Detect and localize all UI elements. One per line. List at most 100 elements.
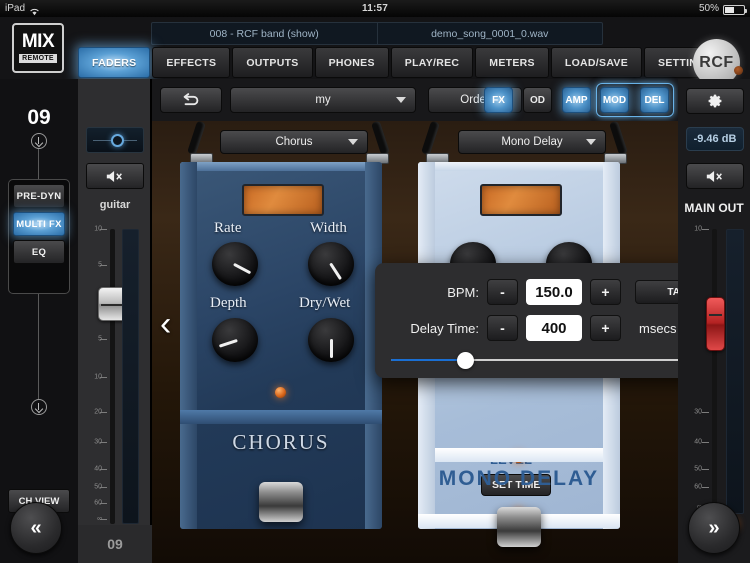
tab-loadsave[interactable]: LOAD/SAVE: [550, 47, 643, 78]
main-panel: my Order FX OD AMP MOD DEL Rate Width De…: [152, 79, 719, 563]
undo-button[interactable]: [160, 87, 222, 113]
clock: 11:57: [361, 3, 389, 14]
cable: [420, 120, 441, 156]
knob-depth[interactable]: [212, 318, 258, 362]
channel-fader-track[interactable]: [110, 229, 115, 524]
main-fader-handle[interactable]: [706, 297, 725, 351]
settings-button[interactable]: [686, 88, 744, 114]
main-out-mute-button[interactable]: [686, 163, 744, 189]
scale-tick: 30: [694, 408, 702, 416]
cable: [186, 120, 207, 156]
tick: [100, 377, 107, 378]
undo-icon: [183, 92, 199, 105]
bpm-row: BPM: - 150.0 + TAP: [387, 279, 719, 305]
main-fader-track[interactable]: [712, 229, 717, 514]
delay-time-row: Delay Time: - 400 + msecs: [387, 315, 677, 341]
delay-time-slider[interactable]: [391, 352, 699, 369]
pedal-footswitch[interactable]: [259, 482, 303, 522]
knob-width[interactable]: [308, 242, 354, 286]
preset-select[interactable]: my: [230, 87, 416, 113]
scale-tick: 50: [694, 465, 702, 473]
song-file-name[interactable]: demo_song_0001_0.wav: [378, 23, 603, 44]
bpm-increment-button[interactable]: +: [590, 279, 621, 305]
tick: [100, 339, 107, 340]
delay-increment-button[interactable]: +: [590, 315, 621, 341]
mute-icon: [706, 170, 722, 182]
battery-percent: 50%: [698, 3, 719, 14]
app-logo: MIX REMOTE: [12, 23, 64, 73]
tab-outputs[interactable]: OUTPUTS: [232, 47, 313, 78]
pedal-display: [242, 184, 324, 216]
tick: [100, 412, 107, 413]
mute-icon: [106, 170, 122, 182]
show-name[interactable]: 008 - RCF band (show): [152, 23, 378, 44]
channel-strip-footer: 09: [78, 525, 152, 563]
pedal-top-rail: [180, 162, 382, 171]
knob-label-depth: Depth: [210, 295, 247, 311]
tab-faders[interactable]: FADERS: [78, 47, 151, 78]
fx-button-mod[interactable]: MOD: [600, 87, 629, 113]
tick: [100, 442, 107, 443]
slider-fill: [391, 359, 465, 361]
header: MIX REMOTE 008 - RCF band (show) demo_so…: [0, 17, 750, 86]
fx-button-del[interactable]: DEL: [640, 87, 669, 113]
tick: [702, 442, 709, 443]
fx-button-amp[interactable]: AMP: [562, 87, 591, 113]
sidebar-item-pre-dyn[interactable]: PRE-DYN: [13, 184, 65, 208]
channel-name-label: guitar: [99, 199, 131, 211]
nav-next-button[interactable]: »: [688, 502, 740, 554]
pedal-1-type-select[interactable]: Chorus: [220, 130, 368, 154]
cable: [608, 120, 629, 156]
brand-led-icon: [734, 66, 743, 75]
main-out-label: MAIN OUT: [684, 201, 744, 215]
main-out-level-value[interactable]: -9.46 dB: [686, 127, 744, 151]
preset-select-value: my: [315, 94, 331, 106]
tick: [100, 469, 107, 470]
tab-playrec[interactable]: PLAY/REC: [390, 47, 474, 78]
signal-out-arrow-icon: [31, 399, 47, 415]
knob-rate[interactable]: [212, 242, 258, 286]
pedal-display: [480, 184, 562, 216]
chevron-down-icon: [396, 97, 406, 103]
pedal-2-type-select[interactable]: Mono Delay: [458, 130, 606, 154]
tab-effects[interactable]: EFFECTS: [152, 47, 231, 78]
sidebar-item-multi-fx[interactable]: MULTI FX: [13, 212, 65, 236]
main-tab-bar: FADERS EFFECTS OUTPUTS PHONES PLAY/REC M…: [78, 47, 727, 78]
tab-phones[interactable]: PHONES: [314, 47, 389, 78]
channel-level-meter: [122, 229, 139, 524]
signal-path-line-top: [38, 149, 39, 179]
fx-button-fx[interactable]: FX: [484, 87, 513, 113]
chevron-down-icon: [586, 139, 596, 145]
knob-dry-wet[interactable]: [308, 318, 354, 362]
scale-tick: 40: [694, 438, 702, 446]
rcf-brand-text: RCF: [699, 53, 734, 71]
tick: [100, 503, 107, 504]
main-out-scale: 10 30 40 50 60 ∞: [680, 226, 702, 529]
tick: [100, 519, 107, 520]
knob-label-dry-wet: Dry/Wet: [299, 295, 351, 311]
pedal-stripe: [180, 410, 382, 424]
channel-strip: guitar 10 5 0 5 10 20 30 40 50 60 ∞: [78, 79, 152, 563]
sidebar-item-eq[interactable]: EQ: [13, 240, 65, 264]
fx-button-od[interactable]: OD: [523, 87, 552, 113]
chevron-down-icon: [348, 139, 358, 145]
bpm-value-field[interactable]: 150.0: [526, 279, 582, 305]
pedal-2-type-value: Mono Delay: [501, 136, 563, 148]
slider-handle[interactable]: [456, 352, 474, 369]
tab-meters[interactable]: METERS: [475, 47, 549, 78]
nav-prev-button[interactable]: «: [10, 502, 62, 554]
pan-knob-icon: [111, 134, 124, 147]
channel-mute-button[interactable]: [86, 163, 144, 189]
tick: [100, 229, 107, 230]
bpm-decrement-button[interactable]: -: [487, 279, 518, 305]
delay-value-field[interactable]: 400: [526, 315, 582, 341]
pedal-chorus[interactable]: Rate Width Depth Dry/Wet CHORUS: [180, 162, 382, 529]
delay-decrement-button[interactable]: -: [487, 315, 518, 341]
chevron-left-icon[interactable]: ‹: [160, 307, 171, 341]
knob-label-level: LEVEL: [490, 452, 532, 467]
tick: [100, 265, 107, 266]
set-time-button[interactable]: SET TIME: [481, 474, 552, 496]
battery-icon: [723, 4, 747, 15]
logo-mix-text: MIX: [21, 31, 55, 52]
pan-control[interactable]: [86, 127, 144, 153]
